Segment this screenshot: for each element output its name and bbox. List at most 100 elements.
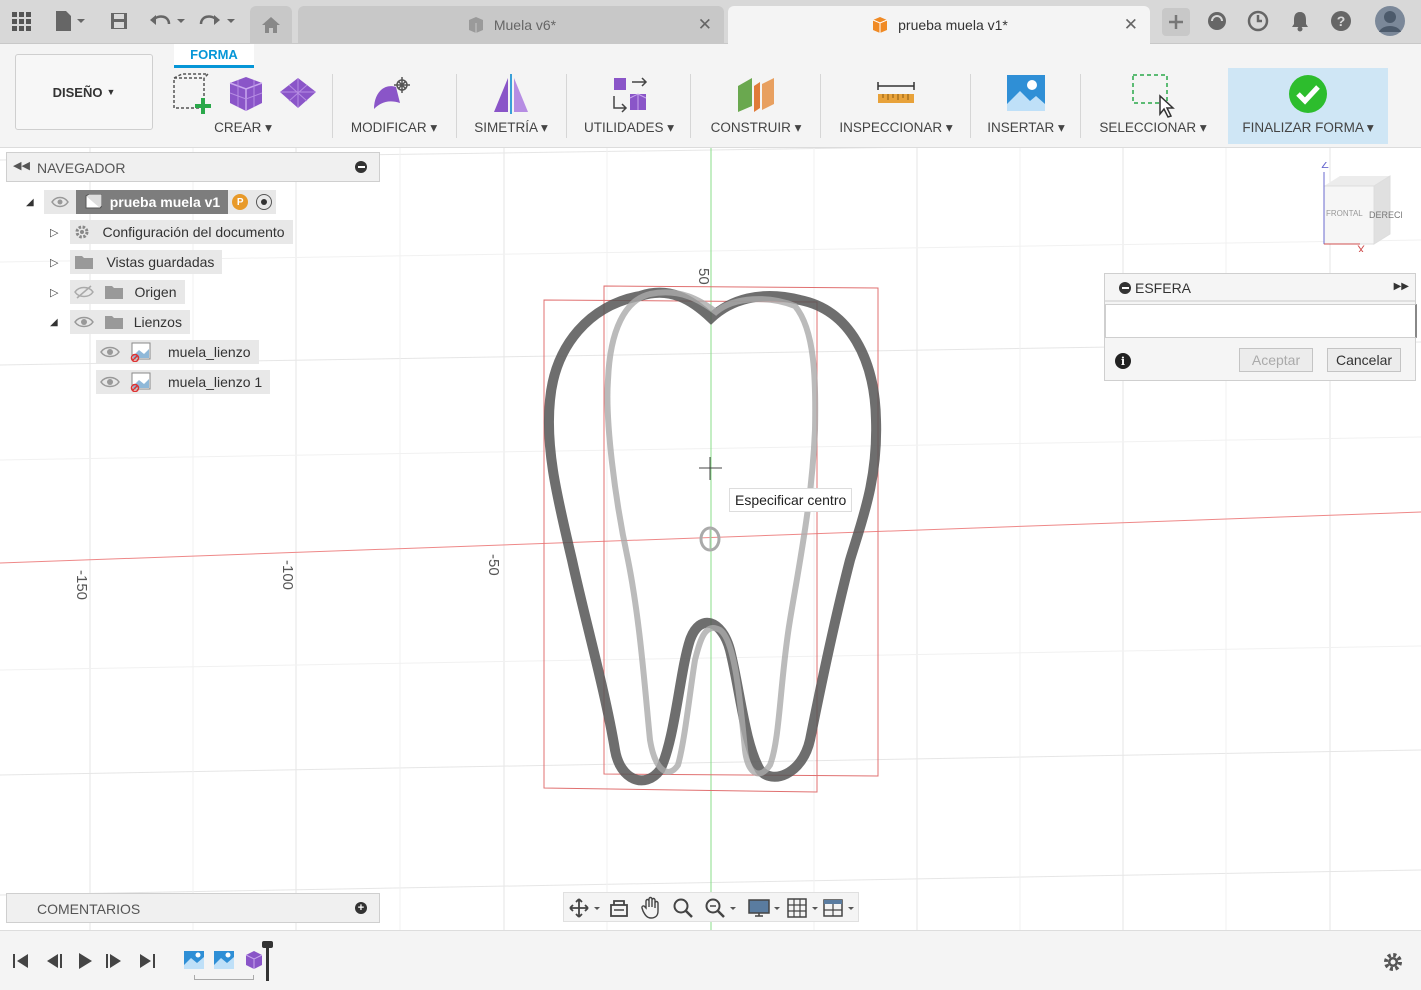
file-menu-icon[interactable] bbox=[52, 8, 88, 34]
new-tab-icon[interactable] bbox=[1162, 8, 1190, 36]
axis-label-minus-150: -150 bbox=[73, 570, 90, 601]
timeline-canvas-icon[interactable] bbox=[182, 949, 206, 971]
skip-start-icon[interactable] bbox=[10, 951, 32, 971]
canvas-image-icon bbox=[130, 342, 151, 362]
viewcube[interactable]: Z X FRONTAL DERECHA bbox=[1312, 162, 1402, 252]
extensions-icon[interactable] bbox=[1204, 8, 1230, 34]
root-badges: P bbox=[228, 190, 277, 214]
redo-icon[interactable] bbox=[196, 8, 238, 34]
viewports-icon[interactable] bbox=[822, 897, 858, 919]
eye-icon[interactable] bbox=[43, 190, 76, 214]
inspeccionar-group[interactable]: INSPECCIONAR ▾ bbox=[830, 68, 962, 144]
workspace-design-button[interactable]: DISEÑO ▼ bbox=[15, 54, 153, 130]
construir-group[interactable]: CONSTRUIR ▾ bbox=[700, 68, 812, 144]
utilidades-group[interactable]: UTILIDADES ▾ bbox=[576, 68, 682, 144]
grid-settings-icon[interactable] bbox=[786, 897, 822, 919]
expand-arrow-icon[interactable]: ▷ bbox=[50, 286, 58, 299]
hidden-eye-icon[interactable] bbox=[74, 285, 95, 299]
simetria-group[interactable]: SIMETRÍA ▾ bbox=[466, 68, 556, 144]
browser-item-vistas[interactable]: ▷ Vistas guardadas bbox=[50, 250, 223, 274]
browser-item-lienzos[interactable]: ◢ Lienzos bbox=[50, 310, 190, 334]
seleccionar-group[interactable]: SELECCIONAR ▾ bbox=[1090, 68, 1216, 144]
timeline-canvas-icon[interactable] bbox=[212, 949, 236, 971]
browser-root-row[interactable]: ◢ prueba muela v1 P bbox=[26, 190, 277, 214]
eye-icon[interactable] bbox=[100, 345, 120, 359]
help-icon[interactable]: ? bbox=[1328, 8, 1354, 34]
crear-group[interactable]: CREAR ▾ bbox=[164, 68, 322, 144]
tab-forma[interactable]: FORMA bbox=[174, 44, 254, 68]
browser-item-configuracion[interactable]: ▷ Configuración del documento bbox=[50, 220, 293, 244]
personal-badge-icon: P bbox=[232, 194, 249, 210]
browser-item-muela-lienzo[interactable]: muela_lienzo bbox=[96, 340, 259, 364]
close-icon[interactable]: ✕ bbox=[698, 15, 712, 35]
box-icon bbox=[229, 77, 263, 111]
close-icon[interactable]: ✕ bbox=[1124, 15, 1138, 35]
expand-arrow-icon[interactable]: ▷ bbox=[50, 256, 58, 269]
separator bbox=[332, 74, 333, 138]
timeline-marker[interactable] bbox=[266, 943, 269, 981]
step-forward-icon[interactable] bbox=[104, 951, 126, 971]
cancel-button[interactable]: Cancelar bbox=[1327, 348, 1401, 372]
tab-muela-v6[interactable]: Muela v6* ✕ bbox=[298, 6, 724, 44]
collapse-arrow-icon[interactable]: ◢ bbox=[26, 197, 34, 208]
look-at-icon[interactable] bbox=[608, 897, 630, 919]
finish-form-button[interactable]: FINALIZAR FORMA ▾ bbox=[1228, 68, 1388, 144]
add-comment-icon[interactable]: + bbox=[355, 902, 367, 914]
document-icon bbox=[85, 194, 102, 209]
workspace-label: DISEÑO bbox=[52, 84, 103, 100]
vistas-label: Vistas guardadas bbox=[70, 250, 223, 274]
insertar-group[interactable]: INSERTAR ▾ bbox=[980, 68, 1072, 144]
expand-dialog-icon[interactable]: ▶▶ bbox=[1394, 281, 1409, 292]
comments-panel[interactable]: COMENTARIOS + bbox=[6, 893, 380, 923]
avatar[interactable] bbox=[1374, 5, 1406, 37]
muela-lienzo-label: muela_lienzo bbox=[96, 340, 259, 364]
pan-hand-icon[interactable] bbox=[640, 896, 662, 920]
browser-item-origen[interactable]: ▷ Origen bbox=[50, 280, 185, 304]
component-icon bbox=[468, 17, 483, 33]
sphere-center-input[interactable] bbox=[1105, 304, 1417, 338]
notifications-icon[interactable] bbox=[1287, 8, 1313, 34]
zoom-icon[interactable] bbox=[672, 897, 694, 919]
save-icon[interactable] bbox=[106, 8, 132, 34]
minimize-icon[interactable] bbox=[355, 161, 367, 173]
accept-button[interactable]: Aceptar bbox=[1239, 348, 1313, 372]
skip-end-icon[interactable] bbox=[136, 951, 158, 971]
app-grid-icon[interactable] bbox=[8, 8, 34, 34]
info-icon[interactable]: i bbox=[1115, 353, 1131, 369]
timeline-form-icon[interactable] bbox=[242, 949, 266, 971]
utilities-icon bbox=[613, 77, 648, 113]
browser-item-muela-lienzo-1[interactable]: muela_lienzo 1 bbox=[96, 370, 271, 394]
step-back-icon[interactable] bbox=[42, 951, 64, 971]
axis-label-50: 50 bbox=[695, 268, 712, 285]
gear-icon bbox=[75, 225, 89, 239]
axis-label-minus-50: -50 bbox=[485, 554, 502, 576]
canvas-image-icon bbox=[130, 372, 151, 392]
eye-icon[interactable] bbox=[73, 315, 94, 329]
symmetry-icon bbox=[494, 74, 528, 114]
home-button[interactable] bbox=[250, 6, 292, 44]
viewcube-right-label: DERECHA bbox=[1369, 210, 1402, 220]
comments-title: COMENTARIOS bbox=[37, 901, 141, 917]
activate-radio-icon[interactable] bbox=[256, 194, 273, 210]
job-status-icon[interactable] bbox=[1245, 8, 1271, 34]
root-component-label: prueba muela v1 bbox=[75, 190, 229, 214]
undo-icon[interactable] bbox=[146, 8, 188, 34]
timeline-marker-head bbox=[262, 941, 273, 948]
axis-label-minus-100: -100 bbox=[279, 560, 296, 591]
tab-prueba-muela-v1[interactable]: prueba muela v1* ✕ bbox=[728, 6, 1150, 44]
modificar-group[interactable]: MODIFICAR ▾ bbox=[342, 68, 446, 144]
orbit-icon[interactable] bbox=[568, 897, 602, 919]
minimize-icon[interactable] bbox=[1119, 282, 1131, 294]
collapse-panel-icon[interactable]: ◀◀ bbox=[13, 159, 30, 172]
settings-gear-icon[interactable] bbox=[1382, 951, 1404, 973]
plane-icon bbox=[280, 78, 316, 108]
folder-icon bbox=[75, 256, 94, 269]
play-icon[interactable] bbox=[74, 951, 96, 971]
expand-arrow-icon[interactable]: ▷ bbox=[50, 226, 58, 239]
ribbon-toolbar: DISEÑO ▼ FORMA CREAR ▾ MODIFICAR ▾ SIMET… bbox=[0, 44, 1421, 148]
display-settings-icon[interactable] bbox=[748, 897, 784, 919]
timeline-group-bracket bbox=[194, 975, 254, 980]
fit-zoom-icon[interactable] bbox=[704, 897, 740, 919]
eye-icon[interactable] bbox=[100, 375, 120, 389]
collapse-arrow-icon[interactable]: ◢ bbox=[50, 317, 58, 328]
